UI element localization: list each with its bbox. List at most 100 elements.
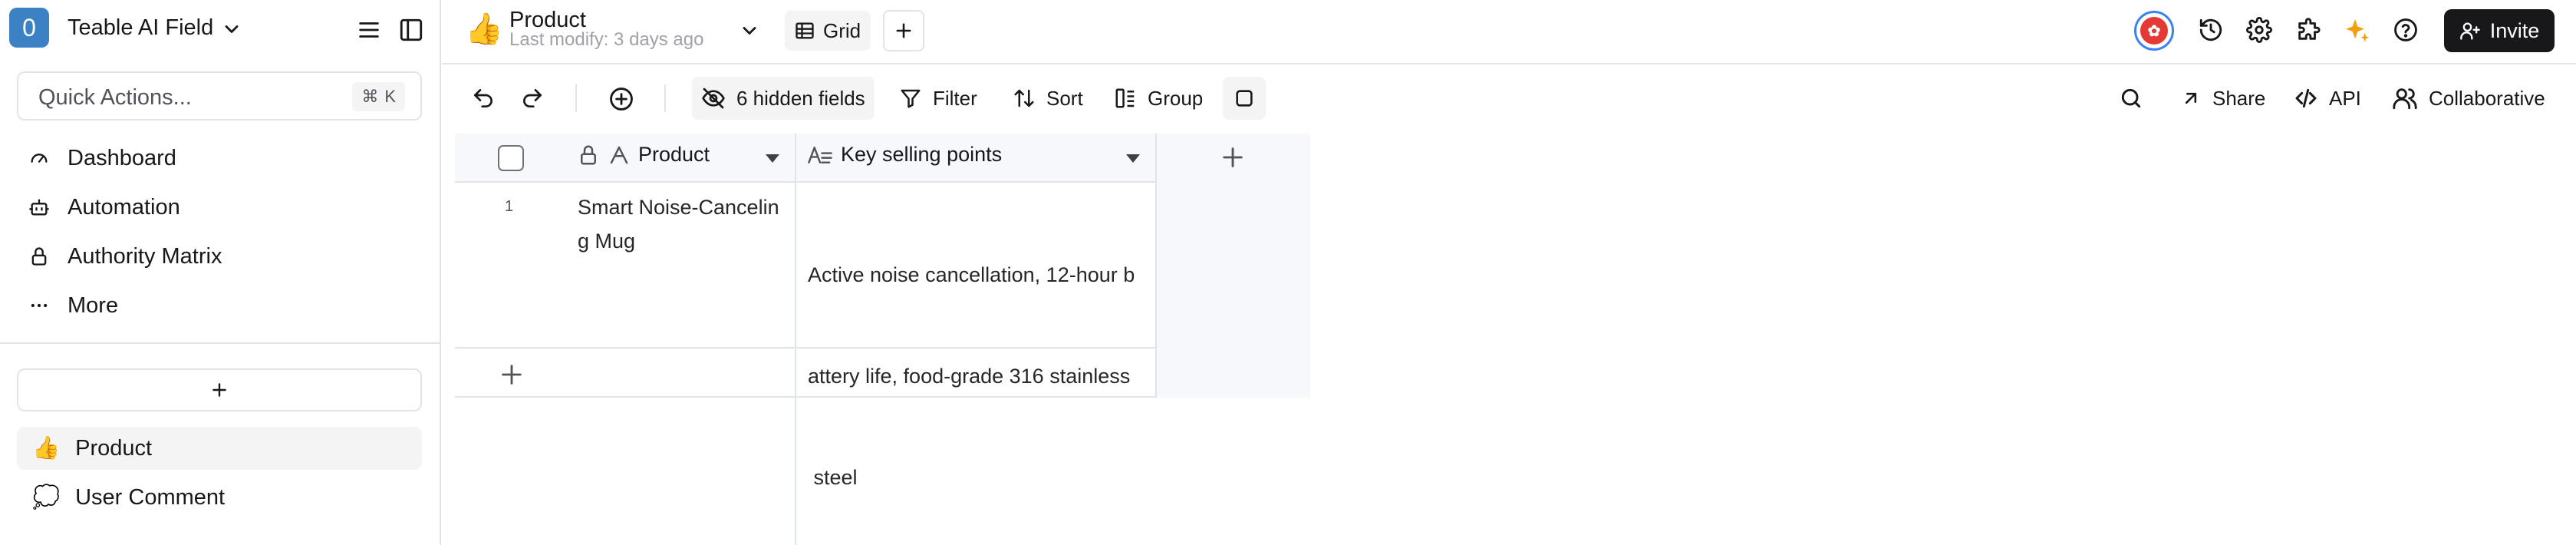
api-button[interactable]: API — [2284, 77, 2370, 120]
invite-button[interactable]: Invite — [2444, 9, 2555, 52]
sidebar-table-product[interactable]: 👍 Product — [17, 427, 422, 470]
shortcut-key: K — [384, 87, 396, 106]
row-number: 1 — [505, 198, 514, 215]
lock-icon — [577, 144, 600, 167]
sidebar-item-authority-matrix[interactable]: Authority Matrix — [28, 236, 222, 276]
quick-actions-input[interactable]: Quick Actions... ⌘ K — [17, 71, 422, 121]
redo-icon[interactable] — [520, 86, 545, 111]
hidden-fields-button[interactable]: 6 hidden fields — [692, 77, 875, 120]
cell-line: steel — [808, 466, 858, 489]
code-icon — [2294, 86, 2318, 111]
table-emoji: 👍 — [32, 436, 61, 461]
table-emoji[interactable]: 👍 — [465, 11, 503, 47]
grid-icon — [794, 20, 815, 41]
sidebar-table-user-comment[interactable]: 💭 User Comment — [17, 476, 422, 519]
quick-actions-label: Quick Actions... — [38, 85, 192, 110]
view-tab-label: Grid — [823, 18, 861, 42]
sort-label: Sort — [1046, 86, 1083, 110]
avatar[interactable]: ✿ — [2134, 11, 2174, 51]
add-record-button[interactable] — [499, 362, 525, 388]
arrow-up-right-icon — [2180, 88, 2202, 109]
column-header-product[interactable]: Product — [577, 143, 710, 167]
sidebar: 0 Teable AI Field Quick Actions... ⌘ K D… — [0, 0, 441, 545]
column-header-key-selling-points[interactable]: Key selling points — [807, 143, 1002, 167]
long-text-type-icon — [807, 144, 833, 167]
puzzle-icon[interactable] — [2295, 17, 2321, 43]
invite-label: Invite — [2489, 18, 2540, 42]
gauge-icon — [28, 147, 51, 169]
table-label: Product — [75, 435, 153, 461]
add-field-button[interactable] — [1220, 144, 1246, 170]
help-icon[interactable] — [2393, 17, 2419, 43]
cell-line: attery life, food-grade 316 stainless — [808, 365, 1131, 388]
sidebar-item-label: More — [68, 292, 119, 318]
add-view-button[interactable] — [883, 10, 924, 51]
api-label: API — [2329, 86, 2361, 110]
sidebar-item-label: Authority Matrix — [68, 243, 222, 269]
gear-icon[interactable] — [2246, 17, 2272, 43]
chevron-down-icon[interactable] — [221, 18, 242, 40]
cell-product[interactable]: Smart Noise-Cancelin g Mug — [578, 190, 779, 258]
caret-down-icon[interactable] — [764, 152, 781, 164]
group-button[interactable]: Group — [1105, 77, 1212, 120]
share-label: Share — [2212, 86, 2266, 110]
table-label: User Comment — [75, 484, 226, 510]
column-divider — [1155, 134, 1157, 398]
tab-grid-view[interactable]: Grid — [785, 11, 871, 51]
ellipsis-icon — [28, 295, 51, 316]
toolbar-divider — [575, 84, 577, 112]
plus-icon — [1220, 144, 1246, 170]
undo-icon[interactable] — [471, 86, 496, 111]
hidden-fields-label: 6 hidden fields — [736, 86, 865, 110]
row-height-button[interactable] — [1223, 77, 1266, 120]
collaborative-button[interactable]: Collaborative — [2383, 77, 2555, 120]
sort-button[interactable]: Sort — [1003, 77, 1092, 120]
sidebar-item-more[interactable]: More — [28, 286, 118, 325]
add-record-icon[interactable] — [608, 86, 634, 112]
cell-line: Active noise cancellation, 12-hour b — [808, 263, 1135, 286]
space-name[interactable]: Teable AI Field — [68, 15, 213, 41]
sidebar-item-label: Automation — [68, 194, 180, 220]
avatar-image: ✿ — [2140, 17, 2168, 45]
plus-icon — [893, 20, 914, 41]
menu-icon[interactable] — [356, 17, 382, 43]
search-icon[interactable] — [2119, 86, 2143, 111]
sparkles-icon[interactable] — [2344, 17, 2371, 45]
filter-label: Filter — [933, 86, 977, 110]
collaborative-label: Collaborative — [2429, 86, 2545, 110]
caret-down-icon[interactable] — [1125, 152, 1141, 164]
chevron-down-icon[interactable] — [739, 20, 760, 41]
shortcut-badge: ⌘ K — [352, 82, 405, 111]
sidebar-toggle-icon[interactable] — [398, 17, 424, 43]
square-icon — [1234, 88, 1255, 109]
column-divider — [795, 134, 796, 545]
select-all-checkbox[interactable] — [498, 145, 524, 171]
group-label: Group — [1148, 86, 1204, 110]
cell-line: Smart Noise-Cancelin — [578, 196, 779, 219]
sidebar-item-label: Dashboard — [68, 145, 176, 170]
add-table-button[interactable] — [17, 368, 422, 411]
history-icon[interactable] — [2198, 17, 2224, 43]
column-header-label: Key selling points — [841, 143, 1003, 166]
grid-append-column-area — [1157, 134, 1310, 398]
sidebar-item-automation[interactable]: Automation — [28, 187, 180, 227]
toolbar-divider — [664, 84, 666, 112]
plus-icon — [499, 362, 525, 388]
table-emoji: 💭 — [32, 485, 61, 510]
lock-icon — [28, 246, 51, 267]
filter-button[interactable]: Filter — [890, 77, 987, 120]
grid-header — [455, 134, 1157, 183]
cell-key-selling-points[interactable]: Active noise cancellation, 12-hour b att… — [808, 190, 1135, 528]
filter-icon — [899, 87, 922, 110]
group-icon — [1114, 87, 1137, 110]
column-header-label: Product — [638, 143, 710, 166]
eye-off-icon — [701, 86, 726, 111]
command-symbol: ⌘ — [361, 87, 379, 106]
sort-icon — [1013, 87, 1036, 110]
sidebar-divider — [0, 342, 441, 344]
bot-icon — [28, 197, 51, 218]
header-divider — [442, 63, 2576, 64]
share-button[interactable]: Share — [2171, 77, 2275, 120]
sidebar-item-dashboard[interactable]: Dashboard — [28, 138, 176, 178]
space-badge[interactable]: 0 — [9, 8, 49, 48]
